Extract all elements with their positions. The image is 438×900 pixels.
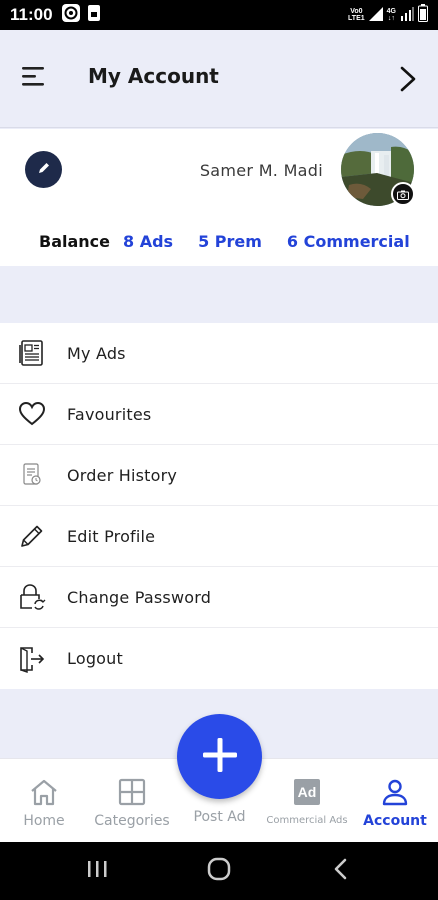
signal-1-icon [368,6,383,25]
status-time: 11:00 [10,5,53,24]
pencil-icon [18,522,46,550]
forward-button[interactable] [396,64,420,94]
network-type-indicator: Vo0 LTE1 [348,8,365,22]
page-title: My Account [88,64,219,88]
pencil-icon [36,160,52,180]
balance-prem[interactable]: 5 Prem [198,232,262,251]
nav-account-label: Account [363,813,427,829]
menu-item-my-ads[interactable]: My Ads [0,323,438,384]
menu-item-label: My Ads [67,343,126,363]
menu-item-change-password[interactable]: Change Password [0,567,438,628]
data-indicator: 4G ↓↑ [386,8,396,22]
ad-badge-icon: Ad [294,777,320,807]
lock-refresh-icon [18,583,46,611]
menu-item-order-history[interactable]: Order History [0,445,438,506]
menu-item-label: Logout [67,649,123,668]
menu-item-edit-profile[interactable]: Edit Profile [0,506,438,567]
nav-categories[interactable]: Categories [88,759,176,843]
status-bar: 11:00 Vo0 LTE1 4G ↓↑ [0,0,438,30]
account-menu: My Ads Favourites Order History Edit Pro… [0,323,438,689]
home-icon [29,777,59,807]
profile-card: Samer M. Madi Balance 8 Ads 5 Prem 6 Com… [0,129,438,266]
camera-icon [397,185,409,204]
post-ad-label: Post Ad [193,809,246,825]
app-header: My Account [0,30,438,128]
heart-icon [18,400,46,428]
receipt-icon [18,461,46,489]
signal-2-icon [400,6,414,25]
nav-categories-label: Categories [94,813,170,829]
nav-home[interactable]: Home [0,759,88,843]
balance-ads[interactable]: 8 Ads [123,232,173,251]
edit-profile-button[interactable] [25,151,62,188]
change-photo-button[interactable] [391,182,415,206]
menu-item-label: Change Password [67,587,212,607]
logout-icon [18,645,46,673]
post-ad-button[interactable] [177,714,262,799]
menu-item-label: Favourites [67,404,152,424]
menu-item-favourites[interactable]: Favourites [0,384,438,445]
plus-icon [200,735,240,779]
user-icon [381,777,409,807]
battery-icon [418,4,428,26]
nav-commercial-ads-label: Commercial Ads [266,815,348,826]
user-name: Samer M. Madi [199,161,323,180]
ad-badge-text: Ad [297,784,317,800]
home-circle-icon [206,856,232,886]
recent-apps-button[interactable] [82,858,112,884]
nav-account[interactable]: Account [352,759,438,843]
balance-row: Balance 8 Ads 5 Prem 6 Commercial [39,232,435,251]
system-nav-bar [0,842,438,900]
menu-item-label: Edit Profile [67,526,156,546]
recent-apps-icon [85,859,109,883]
sim-notification-icon [87,4,101,26]
newspaper-icon [18,339,46,367]
menu-item-logout[interactable]: Logout [0,628,438,689]
chevron-right-icon [396,66,420,98]
nav-commercial-ads[interactable]: Ad Commercial Ads [262,759,352,843]
cast-icon [61,3,81,27]
menu-item-label: Order History [67,465,178,485]
nav-home-label: Home [23,813,65,829]
back-system-button[interactable] [326,858,356,884]
balance-commercial[interactable]: 6 Commercial [287,232,410,251]
grid-icon [118,777,146,807]
hamburger-icon [20,67,50,96]
balance-label: Balance [39,232,110,251]
back-arrow-icon [331,857,351,885]
home-system-button[interactable] [204,856,234,886]
menu-button[interactable] [20,62,50,92]
